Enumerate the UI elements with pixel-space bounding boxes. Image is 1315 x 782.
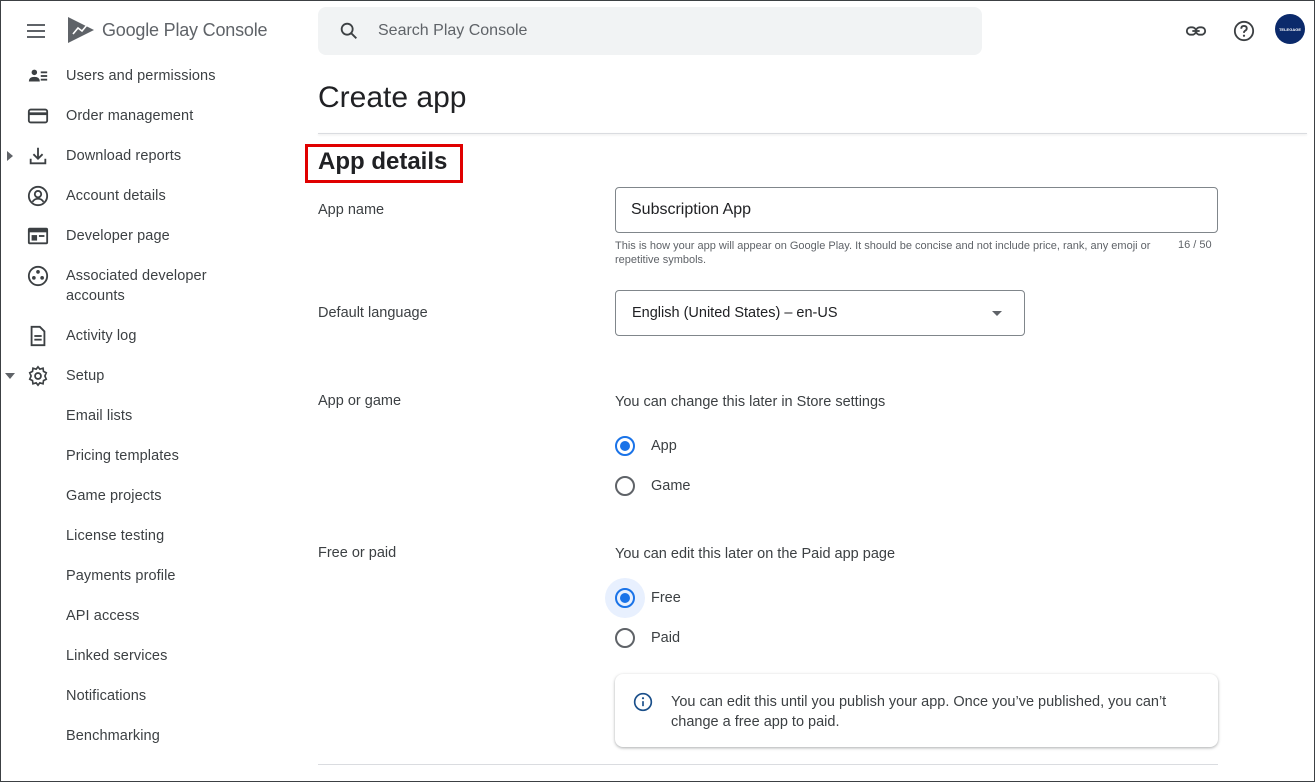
credit-card-icon [27, 105, 49, 127]
app-name-label: App name [318, 202, 385, 218]
linked-accounts-icon [27, 265, 49, 287]
sidebar-item-label: Activity log [66, 328, 137, 344]
sidebar-item-label: Notifications [66, 688, 147, 704]
play-console-logo[interactable]: Google Play Console [66, 15, 268, 45]
info-icon [633, 692, 653, 712]
free-or-paid-label: Free or paid [318, 545, 397, 561]
sidebar-item-license-testing[interactable]: License testing [1, 516, 291, 556]
radio-game[interactable]: Game [605, 466, 691, 506]
default-language-label: Default language [318, 305, 428, 321]
sidebar-item-api-access[interactable]: API access [1, 596, 291, 636]
sidebar-item-label: Linked services [66, 648, 168, 664]
app-name-helper-text: This is how your app will appear on Goog… [615, 240, 1151, 266]
radio-button[interactable] [615, 588, 635, 608]
radio-label: Paid [651, 630, 681, 646]
info-card: You can edit this until you publish your… [615, 674, 1218, 747]
radio-label: App [651, 438, 677, 454]
sidebar-item-label: Setup [66, 368, 105, 384]
bottom-divider [318, 764, 1218, 765]
search-icon [340, 22, 357, 39]
web-page-icon [27, 225, 49, 247]
caret-right-icon[interactable] [5, 151, 15, 161]
sidebar-item-label: Email lists [66, 408, 133, 424]
radio-button[interactable] [615, 436, 635, 456]
sidebar-item-label: Game projects [66, 488, 162, 504]
sidebar-item-account-details[interactable]: Account details [1, 176, 291, 216]
sidebar-item-label: Pricing templates [66, 448, 179, 464]
radio-free[interactable]: Free [605, 578, 681, 618]
sidebar-item-benchmarking[interactable]: Benchmarking [1, 716, 291, 756]
menu-icon[interactable] [23, 18, 49, 44]
app-name-counter: 16 / 50 [1178, 239, 1212, 251]
radio-label: Game [651, 478, 691, 494]
people-icon [27, 65, 49, 87]
sidebar-item-setup[interactable]: Setup [1, 356, 291, 396]
sidebar-item-label: Benchmarking [66, 728, 160, 744]
sidebar-item-order-management[interactable]: Order management [1, 96, 291, 136]
sidebar-item-pricing-templates[interactable]: Pricing templates [1, 436, 291, 476]
sidebar-item-label: License testing [66, 528, 165, 544]
download-icon [27, 145, 49, 167]
sidebar-item-associated-developer-accounts[interactable]: Associated developer accounts [1, 256, 291, 316]
sidebar-item-notifications[interactable]: Notifications [1, 676, 291, 716]
app-name-input[interactable]: Subscription App [615, 187, 1218, 233]
page-title: Create app [318, 81, 467, 114]
search-bar[interactable]: Search Play Console [318, 7, 982, 55]
default-language-value: English (United States) – en-US [632, 305, 838, 321]
logo-text: Google Play Console [102, 19, 268, 40]
sidebar-item-label: Account details [66, 188, 166, 204]
account-circle-icon [27, 185, 49, 207]
radio-button[interactable] [615, 476, 635, 496]
sidebar-item-download-reports[interactable]: Download reports [1, 136, 291, 176]
gear-icon [27, 365, 49, 387]
radio-paid[interactable]: Paid [605, 618, 680, 658]
sidebar-item-label: Developer page [66, 228, 170, 244]
play-console-logo-icon [68, 17, 94, 43]
sidebar-item-developer-page[interactable]: Developer page [1, 216, 291, 256]
radio-label: Free [651, 590, 681, 606]
sidebar-item-game-projects[interactable]: Game projects [1, 476, 291, 516]
sidebar-item-payments-profile[interactable]: Payments profile [1, 556, 291, 596]
avatar[interactable]: TELEGAGE [1275, 14, 1305, 44]
info-text: You can edit this until you publish your… [671, 694, 1167, 730]
help-icon[interactable] [1232, 19, 1256, 43]
section-title: App details [318, 148, 448, 175]
sidebar-item-label: Users and permissions [66, 68, 216, 84]
sidebar: Users and permissions Order management D… [1, 56, 291, 756]
app-or-game-label: App or game [318, 393, 402, 409]
sidebar-item-label: Download reports [66, 148, 182, 164]
app-or-game-hint: You can change this later in Store setti… [615, 394, 886, 410]
title-divider [318, 133, 1307, 134]
search-input[interactable]: Search Play Console [378, 22, 527, 40]
sidebar-item-label: Payments profile [66, 568, 176, 584]
sidebar-item-linked-services[interactable]: Linked services [1, 636, 291, 676]
sidebar-item-label: Associated developer accounts [66, 268, 207, 304]
sidebar-item-users-and-permissions[interactable]: Users and permissions [1, 56, 291, 96]
default-language-select[interactable]: English (United States) – en-US [615, 290, 1025, 336]
link-icon[interactable] [1184, 19, 1208, 43]
free-or-paid-hint: You can edit this later on the Paid app … [615, 546, 896, 562]
dropdown-arrow-icon [992, 311, 1002, 316]
document-icon [27, 325, 49, 347]
sidebar-item-label: Order management [66, 108, 194, 124]
sidebar-item-activity-log[interactable]: Activity log [1, 316, 291, 356]
radio-app[interactable]: App [605, 426, 677, 466]
sidebar-item-email-lists[interactable]: Email lists [1, 396, 291, 436]
radio-button[interactable] [615, 628, 635, 648]
caret-down-icon[interactable] [5, 371, 15, 381]
sidebar-item-label: API access [66, 608, 140, 624]
